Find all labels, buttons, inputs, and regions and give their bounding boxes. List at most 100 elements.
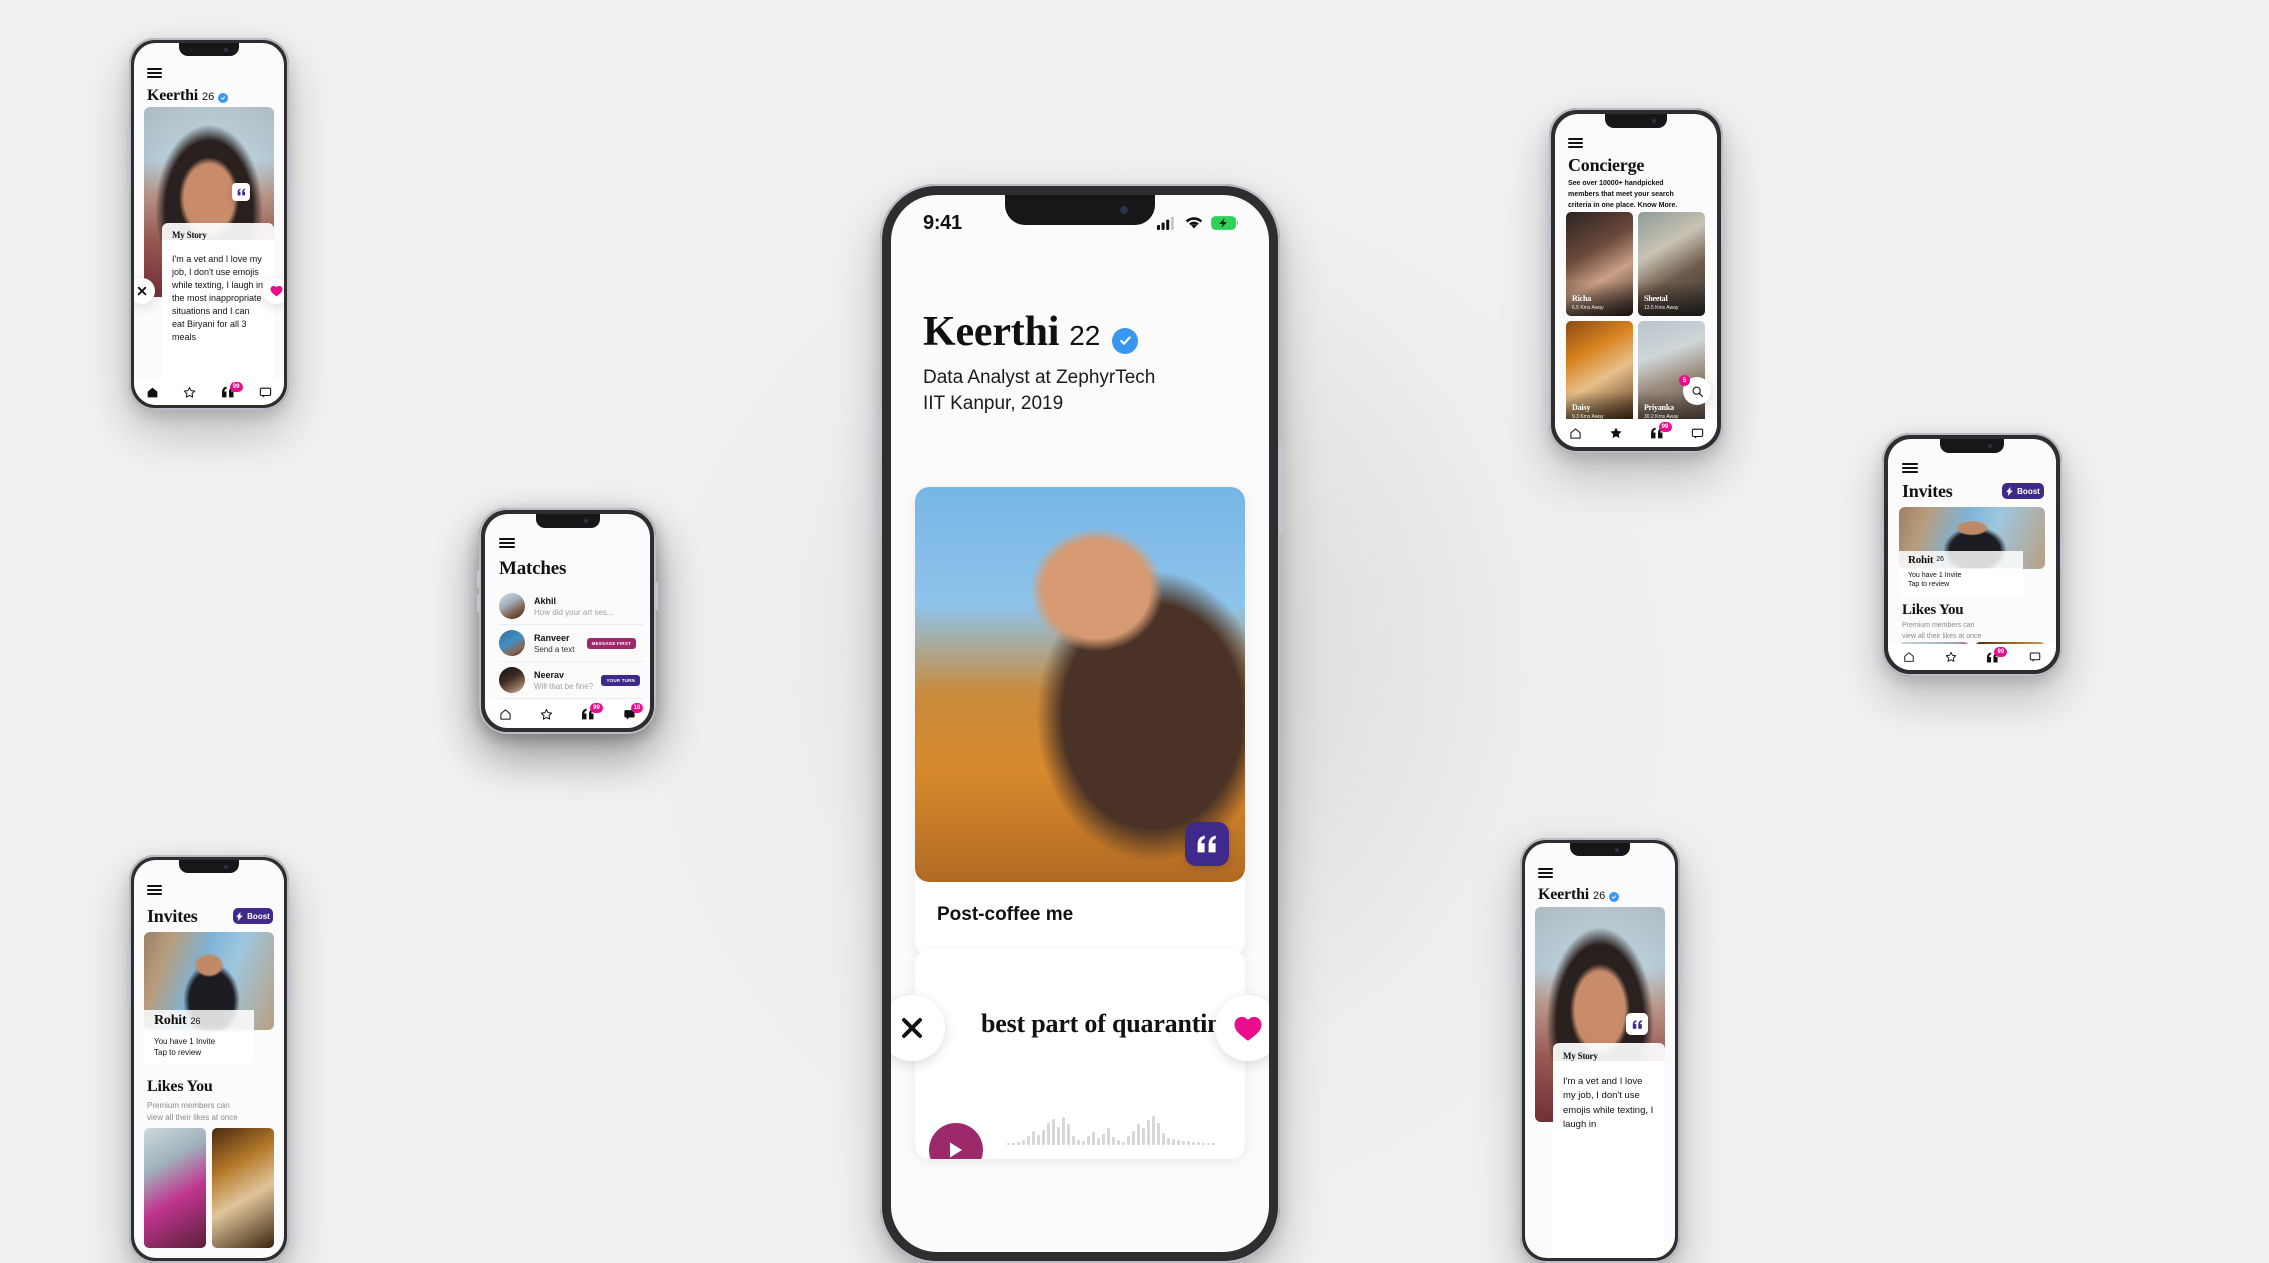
my-story-card[interactable]: My Story I'm a vet and I love my job, I … xyxy=(162,223,274,380)
concierge-tile[interactable]: Richa 6.5 Kms Away xyxy=(1566,212,1633,316)
invite-line1: You have 1 Invite xyxy=(1908,572,1962,579)
power-button[interactable] xyxy=(1679,946,1682,980)
likes-you-subtitle-line2: view all their likes at once xyxy=(1902,632,1982,640)
search-icon xyxy=(1692,386,1703,397)
volume-down-button[interactable] xyxy=(1880,551,1883,573)
match-preview: How did your art ses... xyxy=(534,607,614,617)
sidebar-item-chat[interactable] xyxy=(259,386,272,399)
quote-icon[interactable] xyxy=(1185,822,1229,866)
concierge-tile[interactable]: Sheetal 13.5 Kms Away xyxy=(1638,212,1705,316)
phone-profile-top-left: Keerthi 26 My Story I'm a vet and I love… xyxy=(127,38,291,410)
power-button[interactable] xyxy=(1279,442,1283,534)
page-title: Matches xyxy=(499,558,567,579)
like-tile[interactable] xyxy=(212,1128,274,1248)
sidebar-item-chat[interactable] xyxy=(1691,427,1704,440)
likes-you-subtitle: Premium members can view all their likes… xyxy=(147,1100,238,1124)
sidebar-item-chat[interactable] xyxy=(2029,651,2041,663)
hamburger-menu-icon[interactable] xyxy=(147,885,162,895)
power-button[interactable] xyxy=(288,148,291,184)
volume-down-button[interactable] xyxy=(1547,226,1550,248)
power-button[interactable] xyxy=(288,965,291,1001)
notch xyxy=(179,860,239,873)
invite-cta[interactable]: You have 1 Invite Tap to review xyxy=(144,1032,254,1064)
invite-line2: Tap to review xyxy=(1908,581,1950,588)
star-icon xyxy=(1945,651,1956,662)
sidebar-item-prompts[interactable]: 99 xyxy=(1650,422,1672,439)
likes-you-subtitle-line1: Premium members can xyxy=(1902,622,1975,629)
volume-down-button[interactable] xyxy=(877,480,881,538)
quote-icon[interactable] xyxy=(1626,1013,1648,1035)
list-item[interactable]: Neerav Will that be fine? YOUR TURN xyxy=(499,662,644,699)
volume-down-button[interactable] xyxy=(127,979,130,1003)
concierge-tile[interactable]: Priyanka 30.2 Kms Away xyxy=(1638,321,1705,425)
hero-prompt-card[interactable]: best part of quarantine xyxy=(915,949,1245,1159)
volume-up-button[interactable] xyxy=(877,404,881,462)
list-item[interactable]: Ranveer Send a text MESSAGE FIRST xyxy=(499,625,644,662)
play-icon[interactable] xyxy=(929,1123,983,1159)
volume-up-button[interactable] xyxy=(1547,196,1550,218)
power-button[interactable] xyxy=(1722,212,1725,246)
prompts-badge: 99 xyxy=(1658,422,1672,432)
power-button[interactable] xyxy=(2061,537,2064,571)
likes-you-subtitle: Premium members can view all their likes… xyxy=(1902,621,1981,642)
like-tile[interactable] xyxy=(144,1128,206,1248)
invite-line2: Tap to review xyxy=(154,1048,202,1057)
hamburger-menu-icon[interactable] xyxy=(1538,868,1553,878)
hero-profile-photo[interactable] xyxy=(915,487,1245,882)
status-badge: MESSAGE FIRST xyxy=(586,637,636,649)
cellular-icon xyxy=(1157,216,1174,230)
notch xyxy=(179,43,239,56)
star-filled-icon xyxy=(1609,427,1622,439)
hero-profile-name: Keerthi xyxy=(923,309,1060,355)
boost-button[interactable]: Boost xyxy=(2002,483,2044,499)
match-name: Ranveer xyxy=(534,632,570,643)
volume-up-button[interactable] xyxy=(1880,521,1883,543)
star-icon xyxy=(184,386,196,398)
likes-you-title: Likes You xyxy=(147,1078,213,1095)
tile-name: Sheetal xyxy=(1644,294,1668,303)
avatar xyxy=(499,667,525,693)
boost-button[interactable]: Boost xyxy=(233,908,273,924)
sidebar-item-home[interactable] xyxy=(146,386,159,399)
quote-icon[interactable] xyxy=(232,183,250,201)
volume-up-button[interactable] xyxy=(127,130,130,154)
sidebar-item-prompts[interactable]: 99 xyxy=(581,703,603,720)
sidebar-item-prompts[interactable]: 99 xyxy=(221,382,243,398)
hamburger-menu-icon[interactable] xyxy=(1568,138,1583,148)
sidebar-item-prompts[interactable]: 99 xyxy=(1986,646,2008,663)
volume-down-button[interactable] xyxy=(1518,960,1521,982)
sidebar-item-home[interactable] xyxy=(1903,651,1915,663)
sidebar-item-favourites[interactable] xyxy=(1945,651,1957,663)
volume-up-button[interactable] xyxy=(1518,930,1521,952)
sidebar-item-chat[interactable]: 10 xyxy=(623,702,643,721)
list-item[interactable]: Akhil How did your art ses... xyxy=(499,588,644,625)
hamburger-menu-icon[interactable] xyxy=(1902,463,1918,473)
my-story-card[interactable]: My Story I'm a vet and I love my job, I … xyxy=(1553,1043,1665,1258)
volume-down-button[interactable] xyxy=(127,162,130,186)
invite-name-bar: Rohit 26 xyxy=(144,1010,254,1032)
hamburger-menu-icon[interactable] xyxy=(499,538,515,548)
bolt-icon xyxy=(2006,486,2013,496)
likes-you-subtitle-line1: Premium members can xyxy=(147,1101,230,1110)
my-story-text: I'm a vet and I love my job, I don't use… xyxy=(1553,1061,1665,1258)
concierge-tile[interactable]: Daisy 9.3 Kms Away xyxy=(1566,321,1633,425)
sidebar-item-favourites[interactable] xyxy=(540,708,553,721)
hamburger-menu-icon[interactable] xyxy=(147,68,162,78)
audio-waveform[interactable] xyxy=(1007,1111,1215,1145)
match-preview: Will that be fine? xyxy=(534,681,594,691)
pass-button[interactable] xyxy=(134,278,155,304)
hero-photo-card[interactable]: Post-coffee me xyxy=(915,487,1245,956)
invite-cta[interactable]: You have 1 Invite Tap to review xyxy=(1899,568,2023,596)
phone-profile-bottom-right: Keerthi 26 My Story I'm a vet and I love… xyxy=(1518,838,1682,1263)
like-button[interactable] xyxy=(263,278,284,304)
sidebar-item-home[interactable] xyxy=(499,708,512,721)
chat-icon xyxy=(1691,428,1703,439)
bottom-tab-bar: 99 10 xyxy=(485,700,650,728)
search-fab[interactable]: 5 xyxy=(1679,375,1711,405)
volume-up-button[interactable] xyxy=(127,947,130,971)
sidebar-item-home[interactable] xyxy=(1569,427,1582,440)
chat-icon xyxy=(2029,652,2041,662)
sidebar-item-favourites[interactable] xyxy=(183,386,196,399)
sidebar-item-favourites[interactable] xyxy=(1609,426,1623,440)
profile-name-row: Keerthi 26 xyxy=(147,88,229,104)
